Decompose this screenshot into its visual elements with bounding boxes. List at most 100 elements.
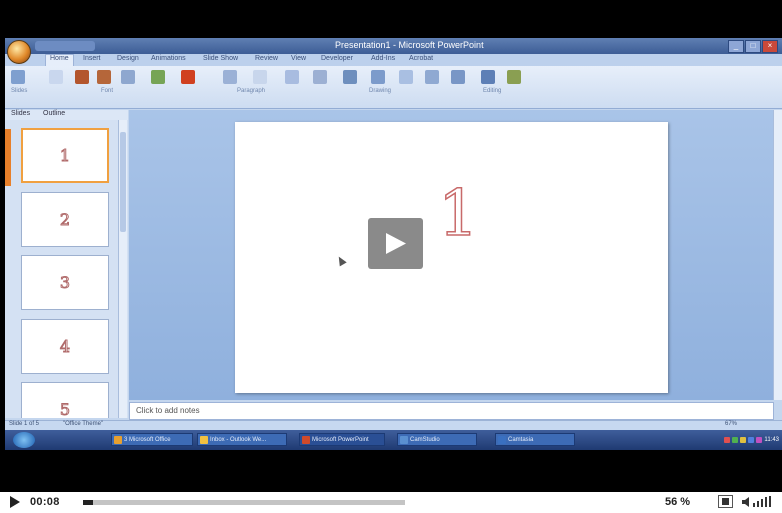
- tray-icon[interactable]: [732, 436, 739, 443]
- theme-status: "Office Theme": [63, 421, 104, 427]
- thumbnail-number: 2: [59, 210, 71, 230]
- slide-editing-area: 1: [129, 110, 782, 400]
- new-slide-icon[interactable]: [11, 70, 25, 84]
- office-icon: [114, 436, 122, 444]
- player-controls: 00:08 56 %: [0, 492, 782, 513]
- layout-icon[interactable]: [49, 70, 63, 84]
- slides-pane-tabs: Slides Outline: [5, 110, 128, 120]
- selected-slide-indicator: [5, 129, 11, 186]
- thumbnail-number: 5: [59, 400, 71, 419]
- slide-number-text[interactable]: 1: [437, 181, 479, 247]
- thumbnail-number: 1: [59, 146, 71, 166]
- tab-slides[interactable]: Slides: [11, 110, 30, 117]
- camtasia-icon: [498, 436, 506, 444]
- tab-add-ins[interactable]: Add-Ins: [371, 55, 395, 62]
- slide-thumbnail-1[interactable]: 1: [21, 128, 109, 183]
- notes-placeholder: Click to add notes: [136, 406, 200, 415]
- editor-vertical-scrollbar[interactable]: [773, 110, 782, 400]
- quick-access-toolbar[interactable]: [35, 41, 95, 51]
- shape-fill-icon[interactable]: [425, 70, 439, 84]
- window-title: Presentation1 - Microsoft PowerPoint: [335, 40, 484, 50]
- close-icon[interactable]: ×: [762, 40, 778, 53]
- tab-slide-show[interactable]: Slide Show: [203, 55, 238, 62]
- group-paragraph-label: Paragraph: [237, 88, 266, 94]
- quick-styles-icon[interactable]: [399, 70, 413, 84]
- tab-acrobat[interactable]: Acrobat: [409, 55, 433, 62]
- tray-icon[interactable]: [756, 436, 763, 443]
- taskbar-item-camstudio[interactable]: CamStudio: [397, 433, 477, 446]
- powerpoint-icon: [302, 436, 310, 444]
- group-editing-label: Editing: [483, 88, 502, 94]
- notes-pane[interactable]: Click to add notes: [129, 402, 774, 420]
- slide-count-status: Slide 1 of 5: [9, 421, 40, 427]
- thumbnail-number: 4: [59, 337, 71, 357]
- taskbar-clock[interactable]: 11:43: [764, 437, 779, 443]
- tray-icon[interactable]: [724, 436, 731, 443]
- play-icon[interactable]: [10, 496, 20, 508]
- tab-design[interactable]: Design: [117, 55, 139, 62]
- tab-review[interactable]: Review: [255, 55, 278, 62]
- tab-developer[interactable]: Developer: [321, 55, 353, 62]
- taskbar-item-camtasia[interactable]: Camtasia: [495, 433, 575, 446]
- playback-time: 00:08: [30, 496, 60, 508]
- taskbar-item-powerpoint[interactable]: Microsoft PowerPoint: [299, 433, 385, 446]
- tab-insert[interactable]: Insert: [83, 55, 101, 62]
- select-icon[interactable]: [507, 70, 521, 84]
- slides-pane: 1 2 3 4 5: [5, 120, 128, 418]
- tab-outline[interactable]: Outline: [43, 110, 65, 117]
- tab-animations[interactable]: Animations: [151, 55, 186, 62]
- ribbon-tabs: Home Insert Design Animations Slide Show…: [5, 54, 782, 66]
- maximize-icon[interactable]: □: [745, 40, 761, 53]
- cut-icon[interactable]: [97, 70, 111, 84]
- seek-bar-progress: [83, 500, 93, 505]
- outlook-icon: [200, 436, 208, 444]
- ribbon: Slides Font Paragraph Drawing Editing: [5, 66, 782, 109]
- paragraph-icon[interactable]: [285, 70, 299, 84]
- taskbar-item-outlook[interactable]: Inbox - Outlook We...: [197, 433, 287, 446]
- title-bar: Presentation1 - Microsoft PowerPoint _ □…: [5, 38, 782, 54]
- format-painter-icon[interactable]: [151, 70, 165, 84]
- taskbar-item-office[interactable]: 3 Microsoft Office: [111, 433, 193, 446]
- slide-thumbnail-5[interactable]: 5: [21, 382, 109, 418]
- scrollbar-thumb[interactable]: [120, 132, 126, 232]
- tray-icon[interactable]: [740, 436, 747, 443]
- slide-thumbnail-4[interactable]: 4: [21, 319, 109, 374]
- office-button[interactable]: [7, 40, 31, 64]
- camstudio-icon: [400, 436, 408, 444]
- play-button-overlay[interactable]: [368, 218, 423, 269]
- shapes-icon[interactable]: [181, 70, 195, 84]
- fullscreen-icon[interactable]: [718, 495, 733, 508]
- start-button-icon[interactable]: [13, 432, 35, 448]
- copy-icon[interactable]: [121, 70, 135, 84]
- zoom-status[interactable]: 67%: [725, 421, 737, 427]
- volume-level: 56 %: [665, 496, 691, 508]
- group-drawing-label: Drawing: [369, 88, 392, 94]
- system-tray: 11:43: [724, 433, 779, 446]
- thumbnail-number: 3: [59, 273, 71, 293]
- font-icon[interactable]: [223, 70, 237, 84]
- minimize-icon[interactable]: _: [728, 40, 744, 53]
- bold-icon[interactable]: [253, 70, 267, 84]
- play-icon: [386, 233, 406, 254]
- slides-pane-scrollbar[interactable]: [118, 120, 127, 418]
- window-controls: _ □ ×: [728, 40, 778, 53]
- video-frame[interactable]: Presentation1 - Microsoft PowerPoint _ □…: [0, 0, 782, 492]
- arrange-icon[interactable]: [371, 70, 385, 84]
- slide-thumbnail-3[interactable]: 3: [21, 255, 109, 310]
- group-slides-label: Slides: [11, 88, 28, 94]
- group-font-label: Font: [101, 88, 114, 94]
- slide-thumbnail-2[interactable]: 2: [21, 192, 109, 247]
- slide-canvas[interactable]: 1: [235, 122, 668, 393]
- windows-taskbar: 3 Microsoft Office Inbox - Outlook We...…: [5, 430, 782, 450]
- seek-bar[interactable]: [83, 500, 405, 505]
- volume-icon[interactable]: [741, 495, 777, 509]
- tab-view[interactable]: View: [291, 55, 306, 62]
- drawing-icon[interactable]: [343, 70, 357, 84]
- paste-icon[interactable]: [75, 70, 89, 84]
- tray-icon[interactable]: [748, 436, 755, 443]
- align-icon[interactable]: [313, 70, 327, 84]
- find-icon[interactable]: [481, 70, 495, 84]
- tab-home[interactable]: Home: [45, 54, 74, 66]
- fullscreen-glyph: [722, 498, 729, 505]
- shape-outline-icon[interactable]: [451, 70, 465, 84]
